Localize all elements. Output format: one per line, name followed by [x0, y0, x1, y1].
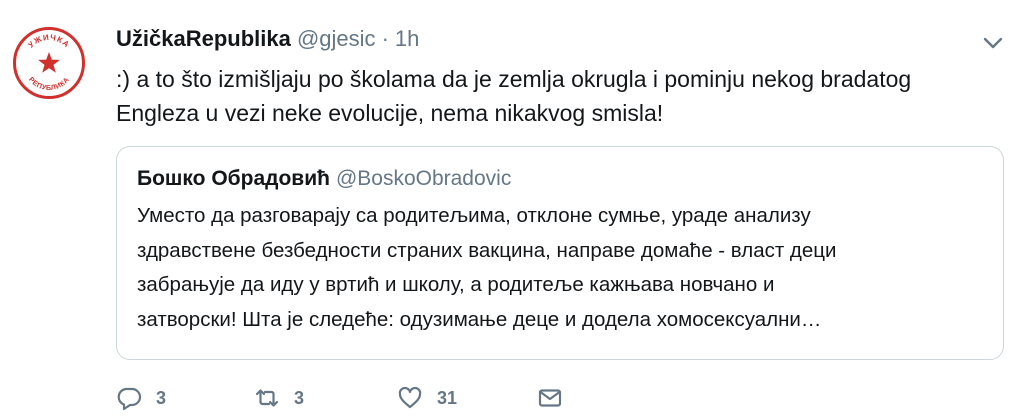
like-count: 31 [437, 387, 458, 408]
chevron-down-icon[interactable] [982, 32, 1004, 54]
retweet-button[interactable]: 3 [254, 385, 397, 411]
quoted-text-line: затворски! Шта је следеће: одузимање дец… [137, 307, 822, 331]
retweet-icon [255, 389, 279, 407]
separator-dot: · [381, 26, 389, 51]
avatar[interactable]: УЖИЧКА РЕПУБЛИКА [13, 27, 85, 99]
svg-text:УЖИЧКА: УЖИЧКА [26, 33, 71, 50]
quoted-tweet-header: Бошко Обрадовић @BoskoObradovic [137, 163, 983, 195]
reply-button[interactable]: 3 [116, 385, 254, 411]
tweet[interactable]: УЖИЧКА РЕПУБЛИКА UžičkaRepublika @gjesic… [0, 0, 1024, 418]
svg-text:РЕПУБЛИКА: РЕПУБЛИКА [27, 76, 71, 92]
quoted-text-line: забрањује да иду у вртић и школу, а роди… [137, 273, 775, 296]
tweet-text: :) a to što izmišljaju po školama da je … [116, 66, 912, 126]
quoted-text-line: Уместо да разговарају са родитељима, отк… [137, 204, 811, 227]
action-bar: 3 3 31 [116, 382, 563, 414]
heart-icon [398, 386, 422, 409]
quoted-text-line: здравствене безбедности страних вакцина,… [137, 238, 837, 262]
quoted-user-handle: @BoskoObradovic [335, 167, 512, 190]
like-button[interactable]: 31 [397, 385, 537, 411]
quoted-tweet[interactable]: Бошко Обрадовић @BoskoObradovic Уместо да… [116, 146, 1004, 360]
reply-count: 3 [156, 387, 167, 408]
quoted-display-name: Бошко Обрадовић [137, 167, 330, 190]
reply-icon [117, 387, 142, 411]
direct-message-button[interactable] [537, 385, 563, 411]
display-name[interactable]: UžičkaRepublika [116, 26, 291, 51]
retweet-count: 3 [294, 387, 305, 408]
timestamp[interactable]: 1h [395, 26, 419, 51]
quoted-tweet-text: Уместо да разговарају са родитељима, отк… [137, 199, 983, 337]
direct-message-icon [538, 389, 562, 407]
user-handle[interactable]: @gjesic [297, 26, 376, 51]
star-seal-icon: УЖИЧКА РЕПУБЛИКА [26, 33, 71, 92]
tweet-header: UžičkaRepublika @gjesic · 1h [116, 24, 419, 54]
